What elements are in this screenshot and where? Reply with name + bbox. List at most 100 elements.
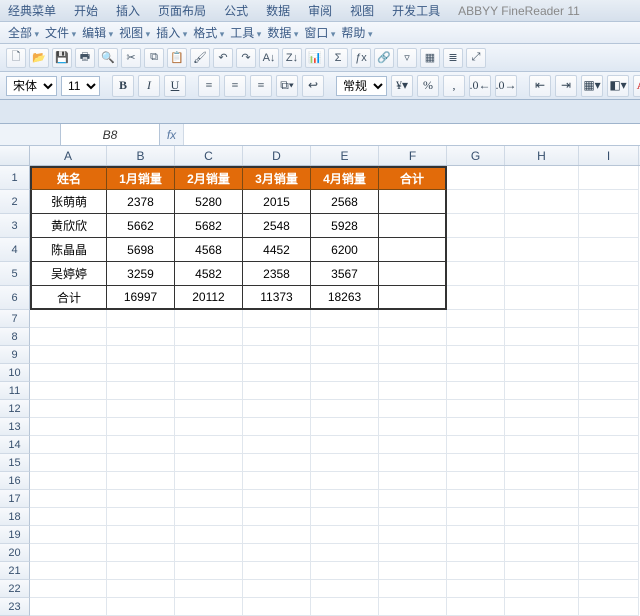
cell[interactable]	[107, 472, 175, 490]
cell[interactable]	[30, 472, 107, 490]
cell[interactable]	[505, 310, 579, 328]
submenu-insert[interactable]: 插入	[156, 24, 187, 41]
cell[interactable]	[30, 562, 107, 580]
cell[interactable]	[243, 436, 311, 454]
fx-icon[interactable]: fx	[160, 124, 184, 145]
cell[interactable]	[243, 382, 311, 400]
cell[interactable]	[311, 526, 379, 544]
cell[interactable]	[107, 436, 175, 454]
cell[interactable]	[379, 328, 447, 346]
row-header[interactable]: 16	[0, 472, 30, 490]
submenu-edit[interactable]: 编辑	[82, 24, 113, 41]
fill-color-icon[interactable]: ◧▾	[607, 75, 629, 97]
value-cell[interactable]: 5280	[175, 190, 243, 214]
submenu-all[interactable]: 全部	[8, 24, 39, 41]
cell[interactable]	[579, 166, 639, 190]
cell[interactable]	[579, 508, 639, 526]
cell[interactable]	[107, 382, 175, 400]
cell[interactable]	[579, 346, 639, 364]
cell[interactable]	[579, 310, 639, 328]
cell[interactable]	[243, 598, 311, 616]
autosum-icon[interactable]: Σ	[328, 48, 348, 68]
cell[interactable]	[379, 310, 447, 328]
cell[interactable]	[505, 382, 579, 400]
borders-icon[interactable]: ▦▾	[581, 75, 603, 97]
cell[interactable]	[311, 598, 379, 616]
cell[interactable]	[175, 544, 243, 562]
cell[interactable]	[175, 508, 243, 526]
name-cell[interactable]: 合计	[30, 286, 107, 310]
row-header[interactable]: 20	[0, 544, 30, 562]
cell[interactable]	[447, 214, 505, 238]
row-header[interactable]: 4	[0, 238, 30, 262]
row-header[interactable]: 23	[0, 598, 30, 616]
name-cell[interactable]: 黄欣欣	[30, 214, 107, 238]
row-header[interactable]: 12	[0, 400, 30, 418]
cell[interactable]	[30, 526, 107, 544]
cell[interactable]	[505, 238, 579, 262]
value-cell[interactable]: 2378	[107, 190, 175, 214]
cell[interactable]	[447, 346, 505, 364]
cell[interactable]	[107, 346, 175, 364]
value-cell[interactable]	[379, 238, 447, 262]
cell[interactable]	[447, 310, 505, 328]
italic-button[interactable]: I	[138, 75, 160, 97]
cell[interactable]	[175, 472, 243, 490]
cell[interactable]	[505, 262, 579, 286]
cell[interactable]	[311, 490, 379, 508]
cell[interactable]	[579, 286, 639, 310]
menu-devtools[interactable]: 开发工具	[392, 2, 440, 19]
number-format-select[interactable]: 常规	[336, 76, 387, 96]
wrap-text-icon[interactable]: ↩	[302, 75, 324, 97]
cell[interactable]	[379, 490, 447, 508]
comma-icon[interactable]: ,	[443, 75, 465, 97]
cell[interactable]	[447, 262, 505, 286]
cell[interactable]	[243, 418, 311, 436]
cell[interactable]	[175, 418, 243, 436]
cell[interactable]	[379, 508, 447, 526]
currency-icon[interactable]: ¥▾	[391, 75, 413, 97]
cell[interactable]	[505, 418, 579, 436]
cell[interactable]	[379, 382, 447, 400]
cell[interactable]	[379, 472, 447, 490]
value-cell[interactable]: 6200	[311, 238, 379, 262]
cell[interactable]	[379, 364, 447, 382]
cell[interactable]	[175, 562, 243, 580]
name-box[interactable]: B8	[60, 124, 160, 145]
cell[interactable]	[30, 436, 107, 454]
cell[interactable]	[579, 190, 639, 214]
cell[interactable]	[447, 238, 505, 262]
link-icon[interactable]: 🔗	[374, 48, 394, 68]
cell[interactable]	[379, 544, 447, 562]
name-cell[interactable]: 吴婷婷	[30, 262, 107, 286]
cell[interactable]	[175, 490, 243, 508]
column-header-I[interactable]: I	[579, 146, 639, 165]
align-right-icon[interactable]: ≡	[250, 75, 272, 97]
align-left-icon[interactable]: ≡	[198, 75, 220, 97]
cell[interactable]	[243, 346, 311, 364]
column-header-C[interactable]: C	[175, 146, 243, 165]
cell[interactable]	[107, 328, 175, 346]
name-cell[interactable]: 张萌萌	[30, 190, 107, 214]
cut-icon[interactable]: ✂	[121, 48, 141, 68]
increase-decimal-icon[interactable]: .0←	[469, 75, 491, 97]
cell[interactable]	[311, 580, 379, 598]
bold-button[interactable]: B	[112, 75, 134, 97]
cell[interactable]	[311, 472, 379, 490]
cell[interactable]	[243, 310, 311, 328]
page-icon[interactable]: ≣	[443, 48, 463, 68]
open-icon[interactable]: 📂	[29, 48, 49, 68]
value-cell[interactable]: 4568	[175, 238, 243, 262]
table-header[interactable]: 3月销量	[243, 166, 311, 190]
cell[interactable]	[505, 472, 579, 490]
cell[interactable]	[311, 400, 379, 418]
cell[interactable]	[447, 454, 505, 472]
cell[interactable]	[579, 262, 639, 286]
cell[interactable]	[579, 214, 639, 238]
cell[interactable]	[107, 508, 175, 526]
cell[interactable]	[107, 400, 175, 418]
row-header[interactable]: 2	[0, 190, 30, 214]
indent-increase-icon[interactable]: ⇥	[555, 75, 577, 97]
menu-home[interactable]: 开始	[74, 2, 98, 19]
cell[interactable]	[243, 472, 311, 490]
